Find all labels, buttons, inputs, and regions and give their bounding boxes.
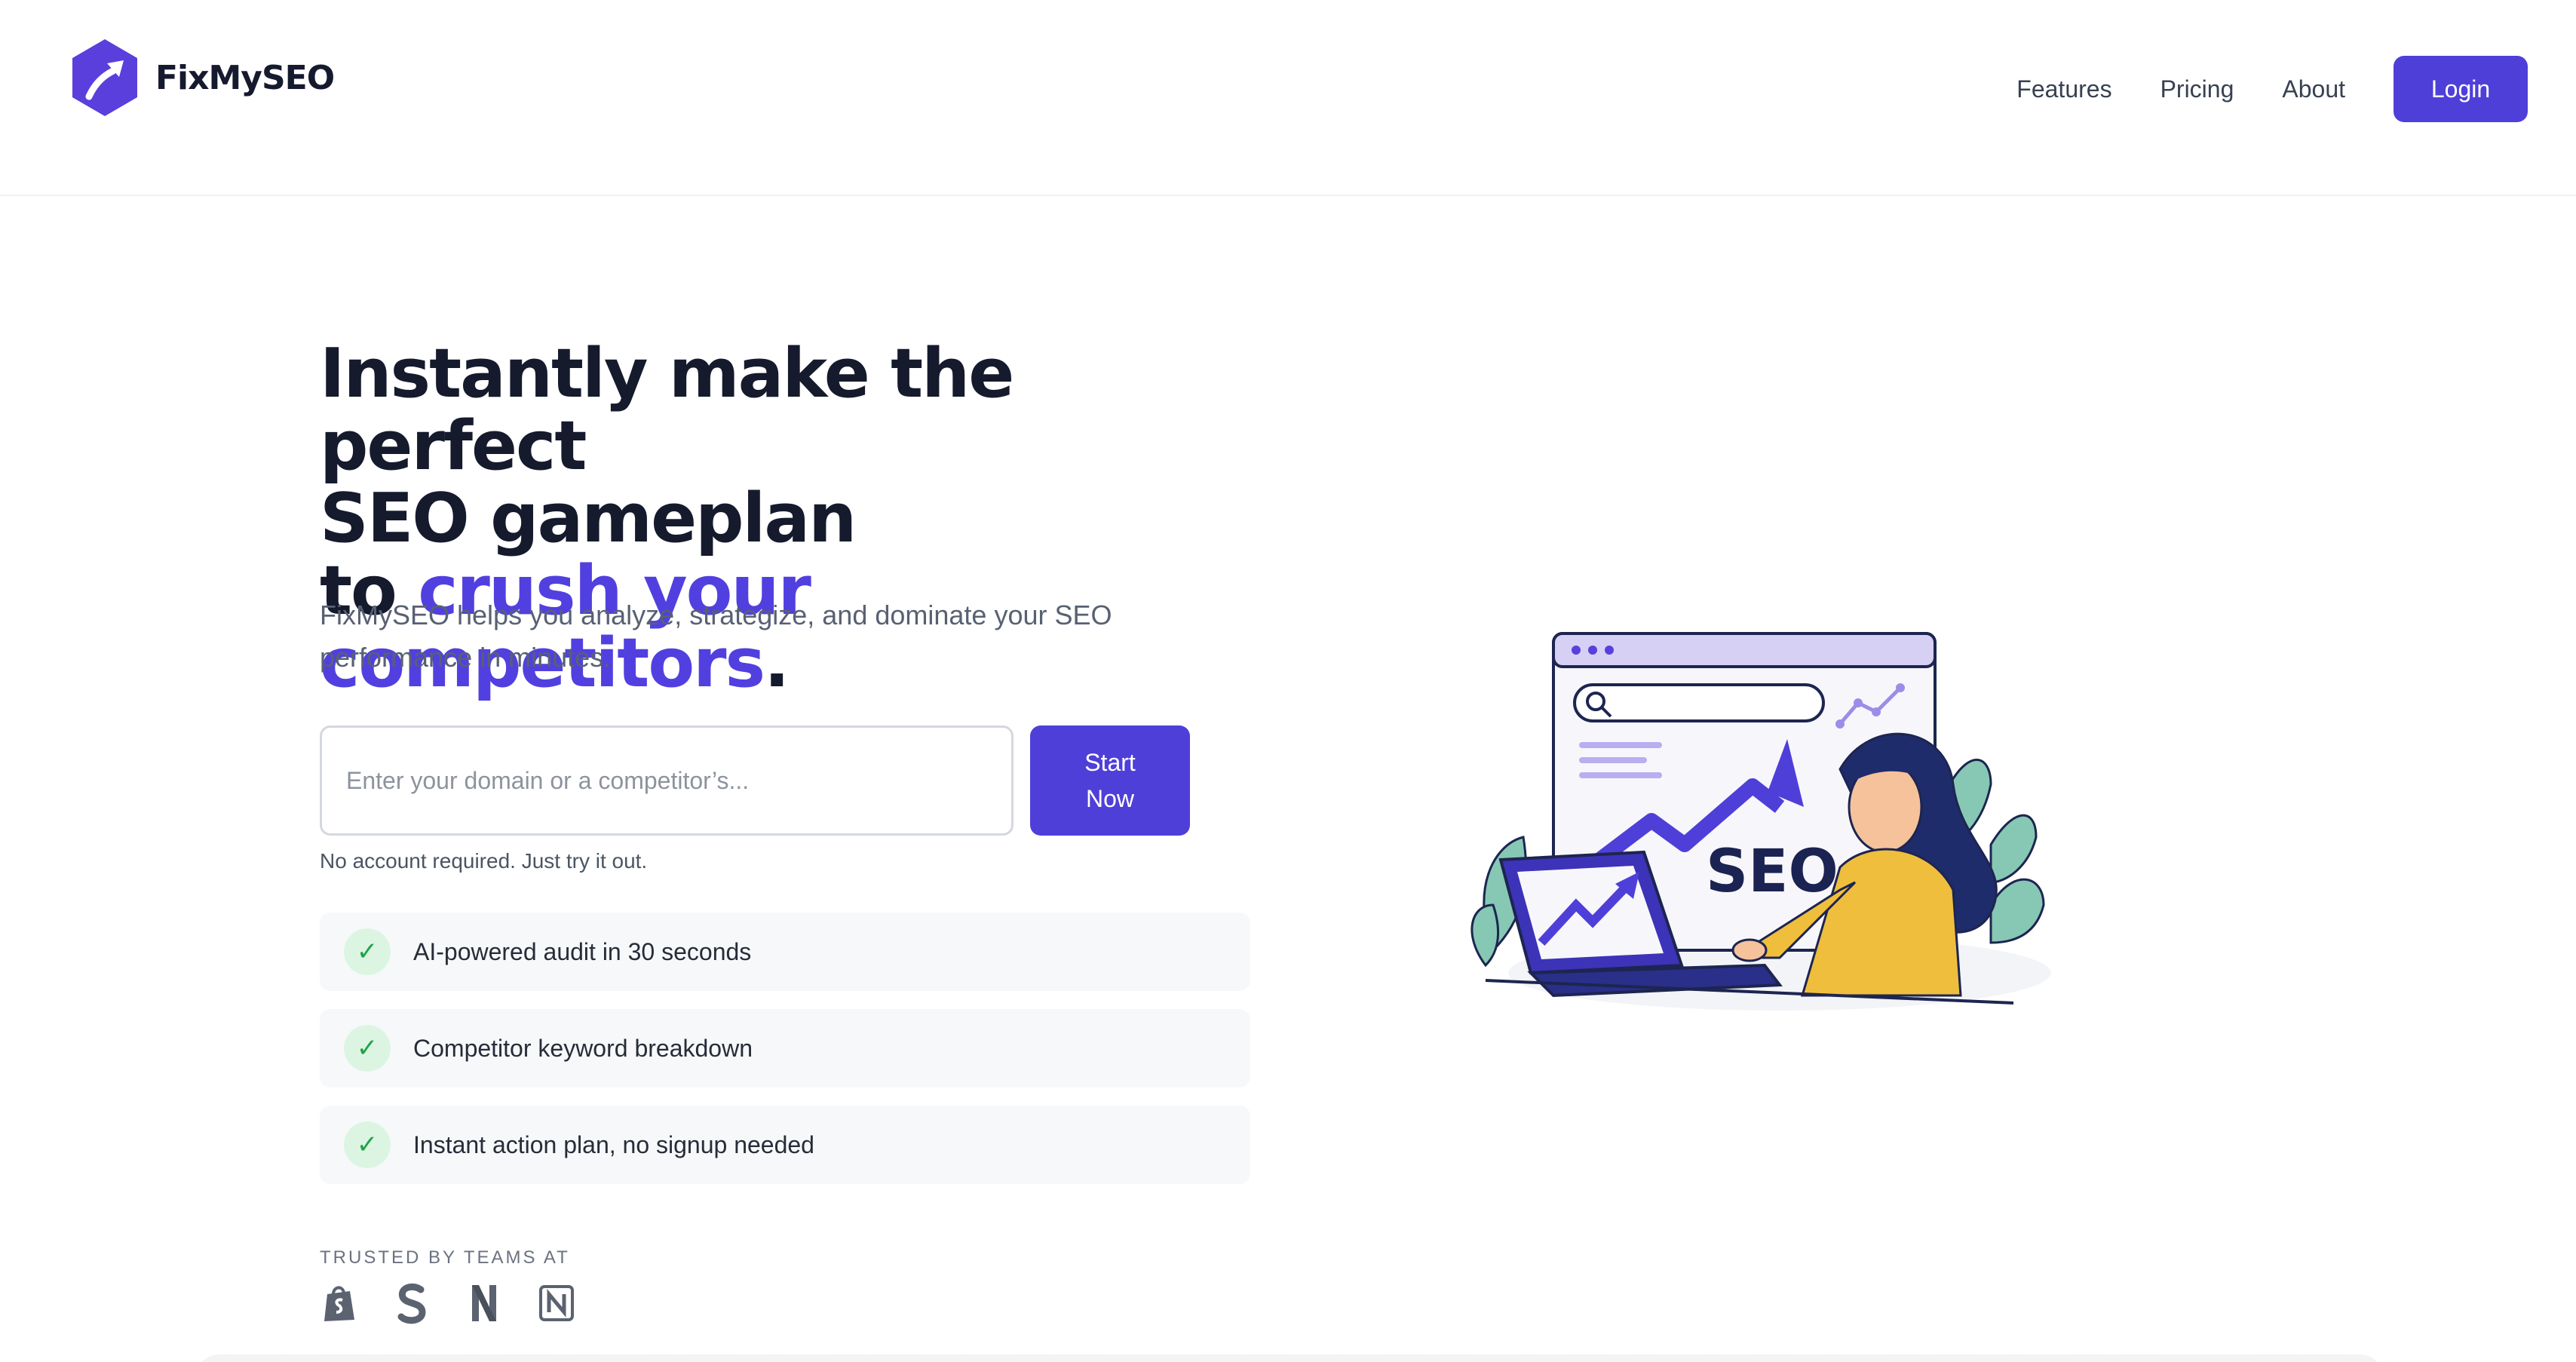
hero-title-line1: Instantly make the perfect — [320, 334, 1014, 486]
netflix-icon — [472, 1285, 496, 1321]
feature-text: AI-powered audit in 30 seconds — [413, 937, 752, 965]
logo-hexagon-icon — [72, 39, 137, 116]
feature-item: ✓ Competitor keyword breakdown — [320, 1009, 1250, 1087]
shopify-icon — [324, 1286, 354, 1321]
seo-illustration: SEO — [1470, 632, 2051, 1011]
login-button[interactable]: Login — [2394, 56, 2528, 122]
domain-input[interactable] — [320, 725, 1014, 836]
feature-text: Competitor keyword breakdown — [413, 1034, 753, 1062]
site-header: FixMySEO Features Pricing About Login — [0, 0, 2576, 196]
start-now-button[interactable]: Start Now — [1030, 725, 1190, 836]
feature-item: ✓ Instant action plan, no signup needed — [320, 1106, 1250, 1184]
main-nav: Features Pricing About Login — [2016, 56, 2528, 122]
nav-link-about[interactable]: About — [2282, 75, 2345, 103]
check-icon: ✓ — [344, 1025, 391, 1072]
hero-subtitle: FixMySEO helps you analyze, strategize, … — [320, 600, 1112, 673]
trusted-label: TRUSTED BY TEAMS AT — [320, 1247, 570, 1268]
check-icon: ✓ — [344, 1121, 391, 1168]
feature-list: ✓ AI-powered audit in 30 seconds ✓ Compe… — [320, 913, 1250, 1202]
bottom-shade — [196, 1354, 2383, 1362]
check-icon: ✓ — [344, 928, 391, 975]
feature-item: ✓ AI-powered audit in 30 seconds — [320, 913, 1250, 991]
brand-logo[interactable]: FixMySEO — [69, 38, 335, 118]
hero-title-line2: SEO gameplan — [320, 479, 857, 558]
trusted-logos — [320, 1282, 576, 1324]
brand-name: FixMySEO — [155, 58, 335, 97]
squarespace-icon — [397, 1283, 426, 1324]
no-account-note: No account required. Just try it out. — [320, 849, 648, 873]
nav-link-features[interactable]: Features — [2016, 75, 2111, 103]
feature-text: Instant action plan, no signup needed — [413, 1130, 814, 1158]
nav-link-pricing[interactable]: Pricing — [2160, 75, 2234, 103]
seo-label: SEO — [1706, 838, 1838, 906]
notion-icon — [539, 1285, 574, 1321]
